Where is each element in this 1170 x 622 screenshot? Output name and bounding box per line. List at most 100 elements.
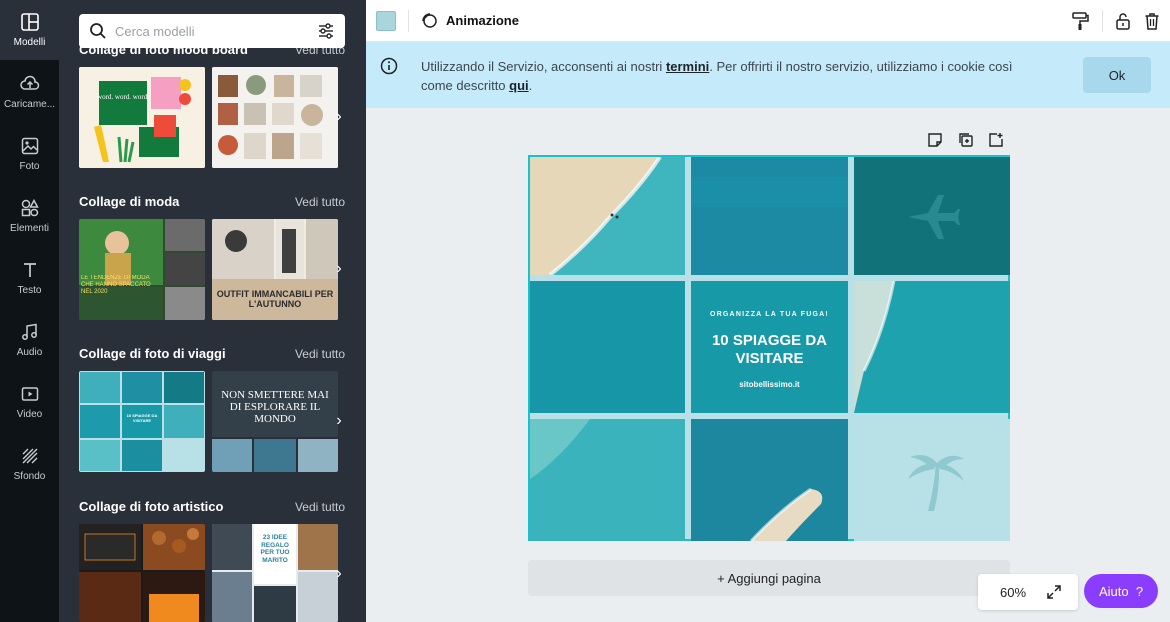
toolbar-divider bbox=[1102, 10, 1103, 32]
search-input[interactable] bbox=[115, 23, 317, 39]
help-icon: ? bbox=[1135, 583, 1144, 599]
template-thumbnail[interactable]: 23 IDEE REGALO PER TUO MARITO bbox=[212, 524, 338, 622]
thumb-text: NON SMETTERE MAI DI ESPLORARE IL MONDO bbox=[221, 389, 329, 425]
chevron-right-icon[interactable]: › bbox=[331, 107, 347, 127]
rail-item-audio[interactable]: Audio bbox=[0, 310, 59, 370]
airplane-icon bbox=[908, 195, 960, 239]
photo-cell[interactable] bbox=[854, 281, 1010, 413]
section-header-moda: Collage di moda Vedi tutto bbox=[79, 194, 345, 209]
thumb-text: OUTFIT IMMANCABILI PER L'AUTUNNO bbox=[216, 289, 334, 309]
cookie-banner-text: Utilizzando il Servizio, acconsenti ai n… bbox=[421, 57, 1041, 95]
animation-button[interactable]: Animazione bbox=[420, 11, 519, 29]
cookie-policy-link[interactable]: qui bbox=[509, 78, 529, 93]
photo-icon bbox=[21, 137, 38, 155]
chevron-right-icon[interactable]: › bbox=[331, 564, 347, 584]
template-thumbnail[interactable] bbox=[79, 524, 205, 622]
color-cell[interactable] bbox=[854, 419, 1010, 541]
banner-text-part: Utilizzando il Servizio, acconsenti ai n… bbox=[421, 59, 666, 74]
text-icon bbox=[23, 263, 36, 277]
halloween-collage-image bbox=[79, 524, 205, 622]
fashion-collage-image: LE TENDENZE DI MODA CHE HANNO SPACCATO N… bbox=[79, 219, 205, 320]
template-thumbnail[interactable]: NON SMETTERE MAI DI ESPLORARE IL MONDO bbox=[212, 371, 338, 472]
section-title: Collage di moda bbox=[79, 194, 180, 209]
design-site: sitobellissimo.it bbox=[739, 380, 800, 389]
upload-icon bbox=[19, 75, 39, 90]
rail-item-foto[interactable]: Foto bbox=[0, 124, 59, 184]
help-label: Aiuto bbox=[1098, 583, 1129, 599]
elements-icon bbox=[21, 198, 39, 217]
terms-link[interactable]: termini bbox=[666, 59, 709, 74]
background-icon bbox=[22, 448, 37, 464]
templates-icon bbox=[20, 13, 39, 31]
photo-cell[interactable] bbox=[530, 281, 685, 413]
rail-item-elementi[interactable]: Elementi bbox=[0, 186, 59, 246]
section-header-viaggi: Collage di foto di viaggi Vedi tutto bbox=[79, 346, 345, 361]
toolbar-divider bbox=[408, 10, 409, 32]
ocean-photo bbox=[691, 157, 848, 275]
shallow-water-photo bbox=[530, 419, 685, 541]
fullscreen-icon[interactable] bbox=[1046, 584, 1062, 600]
editor-toolbar: Animazione bbox=[366, 0, 1170, 42]
rail-item-caricamenti[interactable]: Caricame... bbox=[0, 62, 59, 122]
interior-collage-image bbox=[212, 67, 338, 168]
section-title: Collage di foto di viaggi bbox=[79, 346, 226, 361]
chevron-right-icon[interactable]: › bbox=[331, 259, 347, 279]
thumb-text: 10 SPIAGGE DA VISITARE bbox=[126, 413, 158, 423]
see-all-link[interactable]: Vedi tutto bbox=[295, 500, 345, 514]
rail-item-video[interactable]: Video bbox=[0, 372, 59, 432]
add-page-button[interactable]: + Aggiungi pagina bbox=[528, 560, 1010, 596]
add-page-icon[interactable] bbox=[988, 132, 1004, 148]
duplicate-page-icon[interactable] bbox=[958, 132, 974, 148]
rail-item-sfondo[interactable]: Sfondo bbox=[0, 434, 59, 494]
banner-text-part: . bbox=[528, 78, 533, 93]
ok-button[interactable]: Ok bbox=[1083, 57, 1151, 93]
template-thumbnail[interactable]: OUTFIT IMMANCABILI PER L'AUTUNNO bbox=[212, 219, 338, 320]
search-box[interactable] bbox=[79, 14, 345, 48]
rail-item-testo[interactable]: Testo bbox=[0, 248, 59, 308]
template-thumbnail[interactable]: word. word. word. bbox=[79, 67, 205, 168]
rail-label: Elementi bbox=[10, 223, 49, 234]
gift-ideas-collage-image: 23 IDEE REGALO PER TUO MARITO bbox=[212, 524, 338, 622]
page-notes-icon[interactable] bbox=[927, 132, 943, 148]
rail-label: Audio bbox=[16, 347, 43, 358]
photo-cell[interactable] bbox=[530, 157, 685, 275]
animation-label: Animazione bbox=[446, 12, 519, 28]
filter-icon[interactable] bbox=[317, 22, 335, 40]
template-thumbnail[interactable]: LE TENDENZE DI MODA CHE HANNO SPACCATO N… bbox=[79, 219, 205, 320]
paint-roller-icon[interactable] bbox=[1070, 11, 1090, 31]
color-cell[interactable] bbox=[854, 157, 1010, 275]
chevron-right-icon[interactable]: › bbox=[331, 411, 347, 431]
beach-aerial-photo bbox=[530, 157, 685, 275]
lock-icon[interactable] bbox=[1113, 11, 1133, 31]
photo-cell[interactable] bbox=[530, 419, 685, 541]
see-all-link[interactable]: Vedi tutto bbox=[295, 347, 345, 361]
zoom-level: 60% bbox=[1000, 584, 1027, 600]
see-all-link[interactable]: Vedi tutto bbox=[295, 195, 345, 209]
background-color-swatch[interactable] bbox=[376, 11, 396, 31]
cookie-banner: Utilizzando il Servizio, acconsenti ai n… bbox=[366, 42, 1170, 108]
zoom-control[interactable]: 60% bbox=[978, 574, 1078, 610]
rail-label: Modelli bbox=[13, 37, 46, 48]
sandbar-photo bbox=[691, 419, 848, 541]
trash-icon[interactable] bbox=[1142, 11, 1162, 31]
rail-label: Testo bbox=[17, 285, 42, 296]
moodboard-collage-image: word. word. word. bbox=[79, 67, 205, 168]
animation-icon bbox=[422, 13, 437, 28]
shoreline-photo bbox=[854, 281, 1010, 413]
side-rail: Modelli Caricame... Foto Elementi Testo … bbox=[0, 0, 59, 622]
photo-cell[interactable] bbox=[691, 157, 848, 275]
audio-icon bbox=[21, 323, 37, 340]
photo-cell[interactable] bbox=[691, 419, 848, 541]
design-page[interactable]: ORGANIZZA LA TUA FUGA! 10 SPIAGGE DA VIS… bbox=[528, 155, 1010, 541]
video-icon bbox=[21, 387, 38, 401]
rail-label: Foto bbox=[19, 161, 40, 172]
rail-item-modelli[interactable]: Modelli bbox=[0, 0, 59, 60]
template-thumbnail[interactable] bbox=[212, 67, 338, 168]
section-title: Collage di foto artistico bbox=[79, 499, 224, 514]
design-headline: 10 SPIAGGE DA VISITARE bbox=[711, 332, 828, 367]
title-cell[interactable]: ORGANIZZA LA TUA FUGA! 10 SPIAGGE DA VIS… bbox=[691, 281, 848, 413]
template-thumbnail[interactable]: 10 SPIAGGE DA VISITARE bbox=[79, 371, 205, 472]
rail-label: Video bbox=[16, 409, 43, 420]
rail-label: Caricame... bbox=[3, 99, 56, 110]
help-button[interactable]: Aiuto ? bbox=[1084, 574, 1158, 608]
